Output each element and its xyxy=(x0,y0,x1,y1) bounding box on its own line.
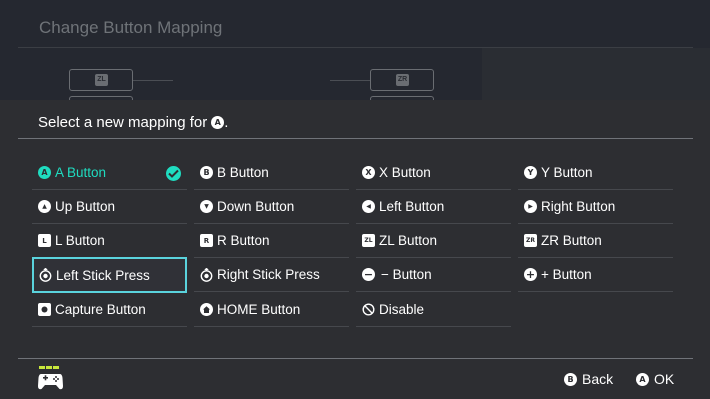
option-minus-button[interactable]: − − Button xyxy=(356,258,511,292)
option-label: Y Button xyxy=(541,165,593,180)
option-home-button[interactable]: HOME Button xyxy=(194,293,349,327)
option-label: Right Button xyxy=(541,199,616,214)
background-title: Change Button Mapping xyxy=(39,18,223,37)
option-r-button[interactable]: R R Button xyxy=(194,224,349,258)
option-left-stick-press[interactable]: Left Stick Press xyxy=(32,257,187,293)
option-y-button[interactable]: Y Y Button xyxy=(518,156,673,190)
dpad-left-icon: ◀ xyxy=(362,200,375,213)
x-button-icon: X xyxy=(362,166,375,179)
option-label: Left Button xyxy=(379,199,445,214)
minus-button-icon: − xyxy=(362,268,375,281)
disable-icon xyxy=(362,303,375,316)
footer-divider xyxy=(18,358,693,359)
zl-icon: ZL xyxy=(95,74,108,86)
option-label: L Button xyxy=(55,233,105,248)
option-zr-button[interactable]: ZR ZR Button xyxy=(518,224,673,258)
background-connector-right xyxy=(330,80,370,81)
checkmark-icon xyxy=(166,166,181,181)
prompt-suffix: . xyxy=(224,113,229,131)
option-l-button[interactable]: L L Button xyxy=(32,224,187,258)
option-disable[interactable]: Disable xyxy=(356,293,511,327)
zl-button-icon: ZL xyxy=(362,234,375,247)
ok-button[interactable]: A OK xyxy=(636,371,674,387)
option-zl-button[interactable]: ZL ZL Button xyxy=(356,224,511,258)
a-button-icon: A xyxy=(211,115,225,129)
option-a-button[interactable]: A A Button xyxy=(32,156,187,190)
option-right-button[interactable]: ▶ Right Button xyxy=(518,190,673,224)
option-label: Disable xyxy=(379,302,425,317)
dpad-up-icon: ▲ xyxy=(38,200,51,213)
option-b-button[interactable]: B B Button xyxy=(194,156,349,190)
option-plus-button[interactable]: + + Button xyxy=(518,258,673,292)
option-label: ZL Button xyxy=(379,233,438,248)
option-label: X Button xyxy=(379,165,431,180)
background-connector-left xyxy=(133,80,173,81)
option-label: Up Button xyxy=(55,199,116,214)
option-label: + Button xyxy=(541,267,592,282)
dpad-right-icon: ▶ xyxy=(524,200,537,213)
option-down-button[interactable]: ▼ Down Button xyxy=(194,190,349,224)
r-button-icon: R xyxy=(200,234,213,247)
option-left-button[interactable]: ◀ Left Button xyxy=(356,190,511,224)
option-label: Capture Button xyxy=(55,302,146,317)
back-label: Back xyxy=(582,371,614,387)
option-up-button[interactable]: ▲ Up Button xyxy=(32,190,187,224)
background-zl-slot: ZL xyxy=(69,69,133,91)
l-button-icon: L xyxy=(38,234,51,247)
a-button-icon: A xyxy=(38,166,51,179)
prompt-text: Select a new mapping for xyxy=(38,113,208,131)
background-screen: Change Button Mapping ZL ZR xyxy=(0,0,710,102)
back-button[interactable]: B Back xyxy=(564,371,613,387)
y-button-icon: Y xyxy=(524,166,537,179)
right-stick-icon xyxy=(200,267,213,282)
option-label: HOME Button xyxy=(217,302,301,317)
option-label: B Button xyxy=(217,165,269,180)
dpad-down-icon: ▼ xyxy=(200,200,213,213)
dialog-divider xyxy=(18,138,693,139)
zr-icon: ZR xyxy=(396,74,409,86)
option-label: Down Button xyxy=(217,199,295,214)
mapping-dialog: Select a new mapping for A . A A Button … xyxy=(0,100,710,399)
background-panel xyxy=(482,48,710,100)
option-label: Right Stick Press xyxy=(217,267,320,282)
option-label: Left Stick Press xyxy=(56,267,150,283)
option-label: R Button xyxy=(217,233,270,248)
ok-label: OK xyxy=(654,371,675,387)
option-right-stick-press[interactable]: Right Stick Press xyxy=(194,258,349,292)
capture-button-icon xyxy=(38,303,51,316)
b-button-icon: B xyxy=(564,372,577,386)
home-button-icon xyxy=(200,303,213,316)
plus-button-icon: + xyxy=(524,268,537,281)
left-stick-icon xyxy=(39,268,52,282)
option-capture-button[interactable]: Capture Button xyxy=(32,293,187,327)
background-zr-slot: ZR xyxy=(370,69,434,91)
option-label: ZR Button xyxy=(541,233,602,248)
zr-button-icon: ZR xyxy=(524,234,537,247)
option-label: − Button xyxy=(381,267,432,282)
option-x-button[interactable]: X X Button xyxy=(356,156,511,190)
dialog-prompt: Select a new mapping for A . xyxy=(38,112,228,132)
a-button-icon: A xyxy=(636,372,649,386)
b-button-icon: B xyxy=(200,166,213,179)
controller-icon xyxy=(37,364,65,392)
option-label: A Button xyxy=(55,165,107,180)
